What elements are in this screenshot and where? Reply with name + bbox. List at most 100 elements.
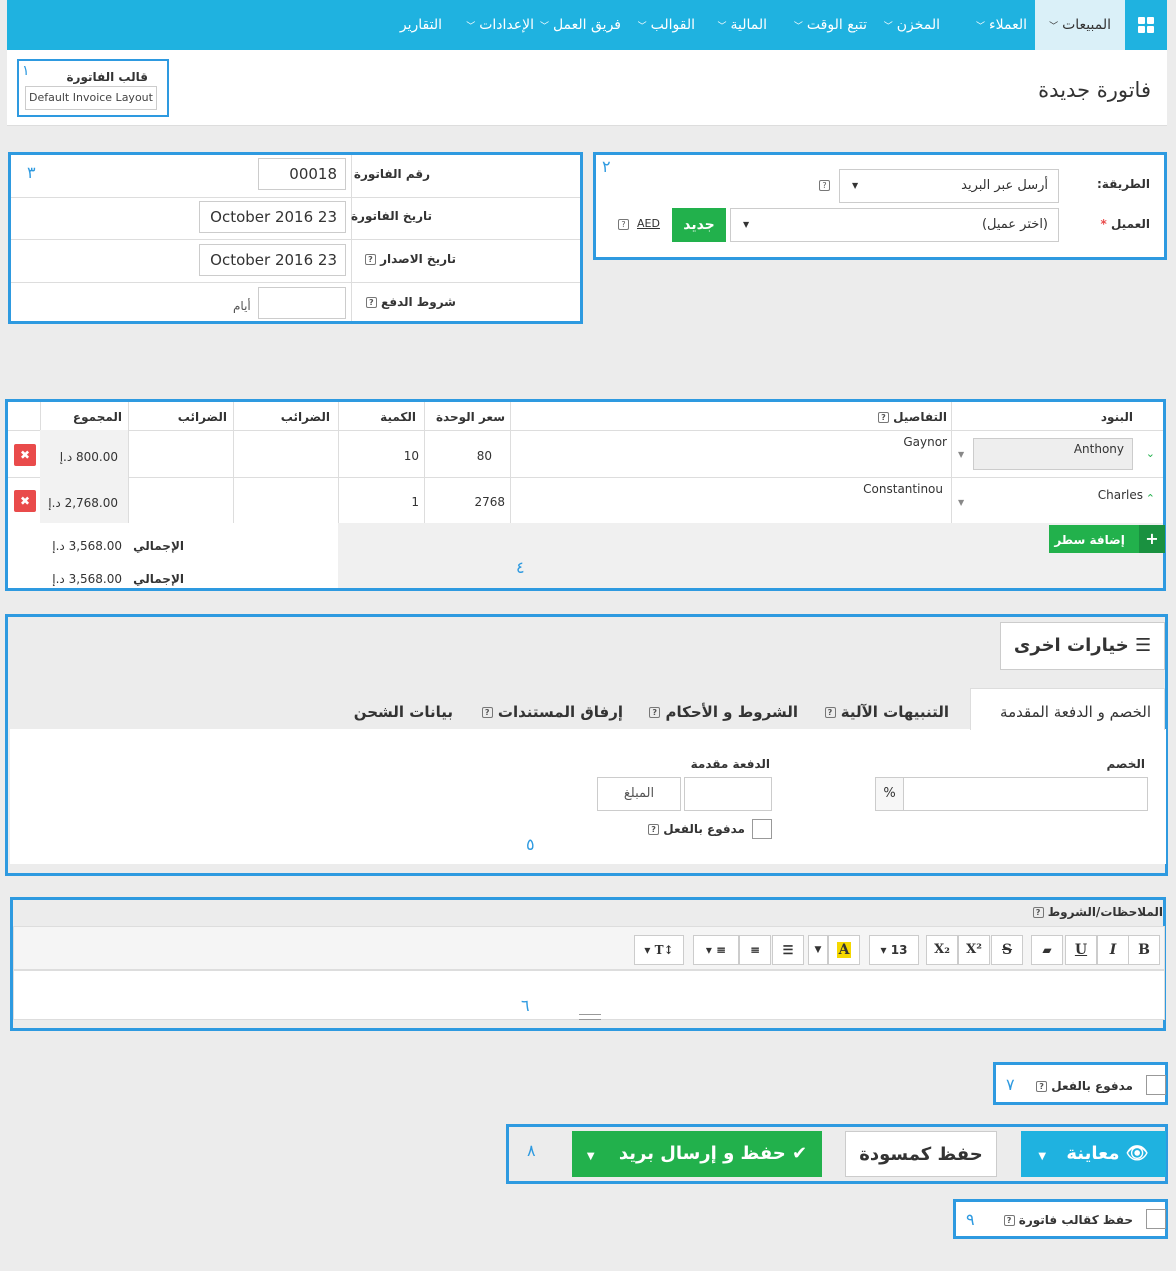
help-icon[interactable]: ?	[819, 180, 830, 191]
help-icon[interactable]: ?	[648, 824, 660, 835]
paid-checkbox[interactable]	[1146, 1075, 1166, 1095]
plus-icon: +	[1139, 525, 1165, 553]
template-select[interactable]: Default Invoice Layout	[25, 86, 157, 110]
caret-down-icon[interactable]: ▼	[958, 498, 964, 507]
subscript-button[interactable]: X₂	[926, 935, 958, 965]
caret-down-icon[interactable]: ▼	[808, 935, 828, 965]
font-size-select[interactable]: ▾ 13	[869, 935, 919, 965]
discount-input[interactable]: %	[875, 777, 1148, 811]
invoice-date-input[interactable]: 23 October 2016	[199, 201, 346, 233]
marker-6: ٦	[521, 996, 530, 1015]
nav-reports[interactable]: التقارير	[400, 0, 442, 50]
highlight-color-button[interactable]: A	[828, 935, 860, 965]
item-qty[interactable]: 1	[411, 495, 419, 509]
text-height-select[interactable]: ▾ T↕	[634, 935, 684, 965]
move-down-icon[interactable]: ⌄	[1146, 447, 1155, 460]
help-icon[interactable]: ?	[877, 412, 889, 423]
total-value: 3,568.00 د.إ	[52, 572, 122, 586]
issue-date-input[interactable]: 23 October 2016	[199, 244, 346, 276]
menu-icon: ☰	[1134, 635, 1152, 656]
help-icon[interactable]: ?	[824, 707, 836, 718]
nav-inventory[interactable]: المخزن﹀	[884, 0, 940, 50]
chevron-down-icon: ﹀	[883, 22, 893, 32]
new-client-button[interactable]: جديد	[672, 208, 726, 242]
col-qty: الكمية	[380, 410, 416, 424]
resize-handle[interactable]	[579, 1014, 601, 1020]
delete-row-button[interactable]: ✖	[14, 444, 36, 466]
nav-finance[interactable]: المالية﹀	[717, 0, 767, 50]
help-icon[interactable]: ?	[1036, 1081, 1048, 1092]
help-icon[interactable]: ?	[481, 707, 493, 718]
deposit-unit[interactable]: المبلغ	[597, 777, 681, 811]
page-title: فاتورة جديدة	[1038, 78, 1151, 102]
chevron-down-icon: ﹀	[717, 22, 727, 32]
tab-reminders[interactable]: التنبيهات الآلية ?	[824, 703, 949, 721]
delete-row-button[interactable]: ✖	[14, 490, 36, 512]
tab-discount[interactable]: الخصم و الدفعة المقدمة	[1000, 703, 1151, 721]
tab-shipping[interactable]: بيانات الشحن	[354, 703, 453, 721]
payment-terms-unit: أيام	[233, 299, 251, 313]
item-details[interactable]: Constantinou	[863, 482, 943, 496]
tab-attachments[interactable]: إرفاق المستندات ?	[481, 703, 623, 721]
notes-textarea[interactable]	[13, 970, 1165, 1020]
col-tax-1: الضرائب	[280, 410, 330, 424]
italic-button[interactable]: I	[1097, 935, 1129, 965]
other-options-toggle[interactable]: ☰ خيارات اخرى	[1000, 622, 1165, 670]
nav-sales[interactable]: المبيعات﹀	[1035, 0, 1125, 50]
save-template-checkbox[interactable]	[1146, 1209, 1166, 1229]
col-item: البنود	[1100, 410, 1133, 424]
move-up-icon[interactable]: ⌃	[1146, 492, 1155, 505]
item-total: 2,768.00 د.إ	[48, 496, 118, 510]
item-select[interactable]: Anthony	[973, 438, 1133, 470]
nav-clients[interactable]: العملاء﹀	[976, 0, 1027, 50]
home-button[interactable]	[1125, 0, 1167, 50]
invoice-number-input[interactable]: 00018	[258, 158, 346, 190]
nav-time-tracking[interactable]: تتبع الوقت﹀	[794, 0, 867, 50]
align-select[interactable]: ▾ ≡	[693, 935, 739, 965]
client-label: العميل *	[1100, 217, 1150, 231]
nav-settings[interactable]: الإعدادات﹀	[466, 0, 534, 50]
save-draft-button[interactable]: حفظ كمسودة	[845, 1131, 997, 1177]
nav-templates[interactable]: القوالب﹀	[638, 0, 695, 50]
deposit-paid-checkbox[interactable]	[752, 819, 772, 839]
item-select[interactable]: Charles	[1098, 488, 1143, 502]
client-select[interactable]: (اختر عميل) ▼	[730, 208, 1059, 242]
eraser-icon[interactable]: ▰	[1031, 935, 1063, 965]
bullet-list-icon[interactable]: ☰	[772, 935, 804, 965]
help-icon[interactable]: ?	[364, 254, 376, 265]
bold-button[interactable]: B	[1128, 935, 1160, 965]
method-select[interactable]: أرسل عبر البريد ▼	[839, 169, 1059, 203]
actions-box: ٨ 👁 معاينة ▼ حفظ كمسودة ✔ حفظ و إرسال بر…	[506, 1124, 1168, 1184]
chevron-down-icon: ﹀	[466, 22, 476, 32]
tab-terms[interactable]: الشروط و الأحكام ?	[649, 703, 798, 721]
item-qty[interactable]: 10	[404, 449, 419, 463]
help-icon[interactable]: ?	[618, 219, 629, 230]
deposit-amount-input[interactable]	[684, 777, 772, 811]
caret-down-icon: ▼	[1038, 1151, 1047, 1162]
item-details[interactable]: Gaynor	[903, 435, 947, 449]
caret-down-icon: ▼	[586, 1151, 595, 1162]
help-icon[interactable]: ?	[1003, 1215, 1015, 1226]
nav-team[interactable]: فريق العمل﹀	[540, 0, 621, 50]
item-unit-price[interactable]: 80	[477, 449, 492, 463]
payment-terms-input[interactable]	[258, 287, 346, 319]
caret-down-icon[interactable]: ▼	[958, 450, 964, 459]
chevron-down-icon: ﹀	[793, 22, 803, 32]
currency-link[interactable]: AED	[637, 217, 660, 230]
help-icon[interactable]: ?	[1032, 907, 1044, 918]
strikethrough-button[interactable]: S	[991, 935, 1023, 965]
marker-2: ٢	[602, 157, 611, 176]
add-row-button[interactable]: + إضافة سطر	[1049, 525, 1165, 553]
payment-terms-label: شروط الدفع ?	[365, 295, 456, 309]
superscript-button[interactable]: X²	[958, 935, 990, 965]
invoice-date-label: تاريخ الفاتورة	[350, 209, 432, 223]
underline-button[interactable]: U	[1065, 935, 1097, 965]
numbered-list-icon[interactable]: ≡	[739, 935, 771, 965]
help-icon[interactable]: ?	[365, 297, 377, 308]
help-icon[interactable]: ?	[649, 707, 661, 718]
save-template-label: حفظ كقالب فاتورة ?	[1003, 1213, 1133, 1227]
save-send-button[interactable]: ✔ حفظ و إرسال بريد ▼	[572, 1131, 822, 1177]
marker-4: ٤	[516, 558, 525, 577]
item-unit-price[interactable]: 2768	[474, 495, 505, 509]
preview-button[interactable]: 👁 معاينة ▼	[1021, 1131, 1166, 1177]
